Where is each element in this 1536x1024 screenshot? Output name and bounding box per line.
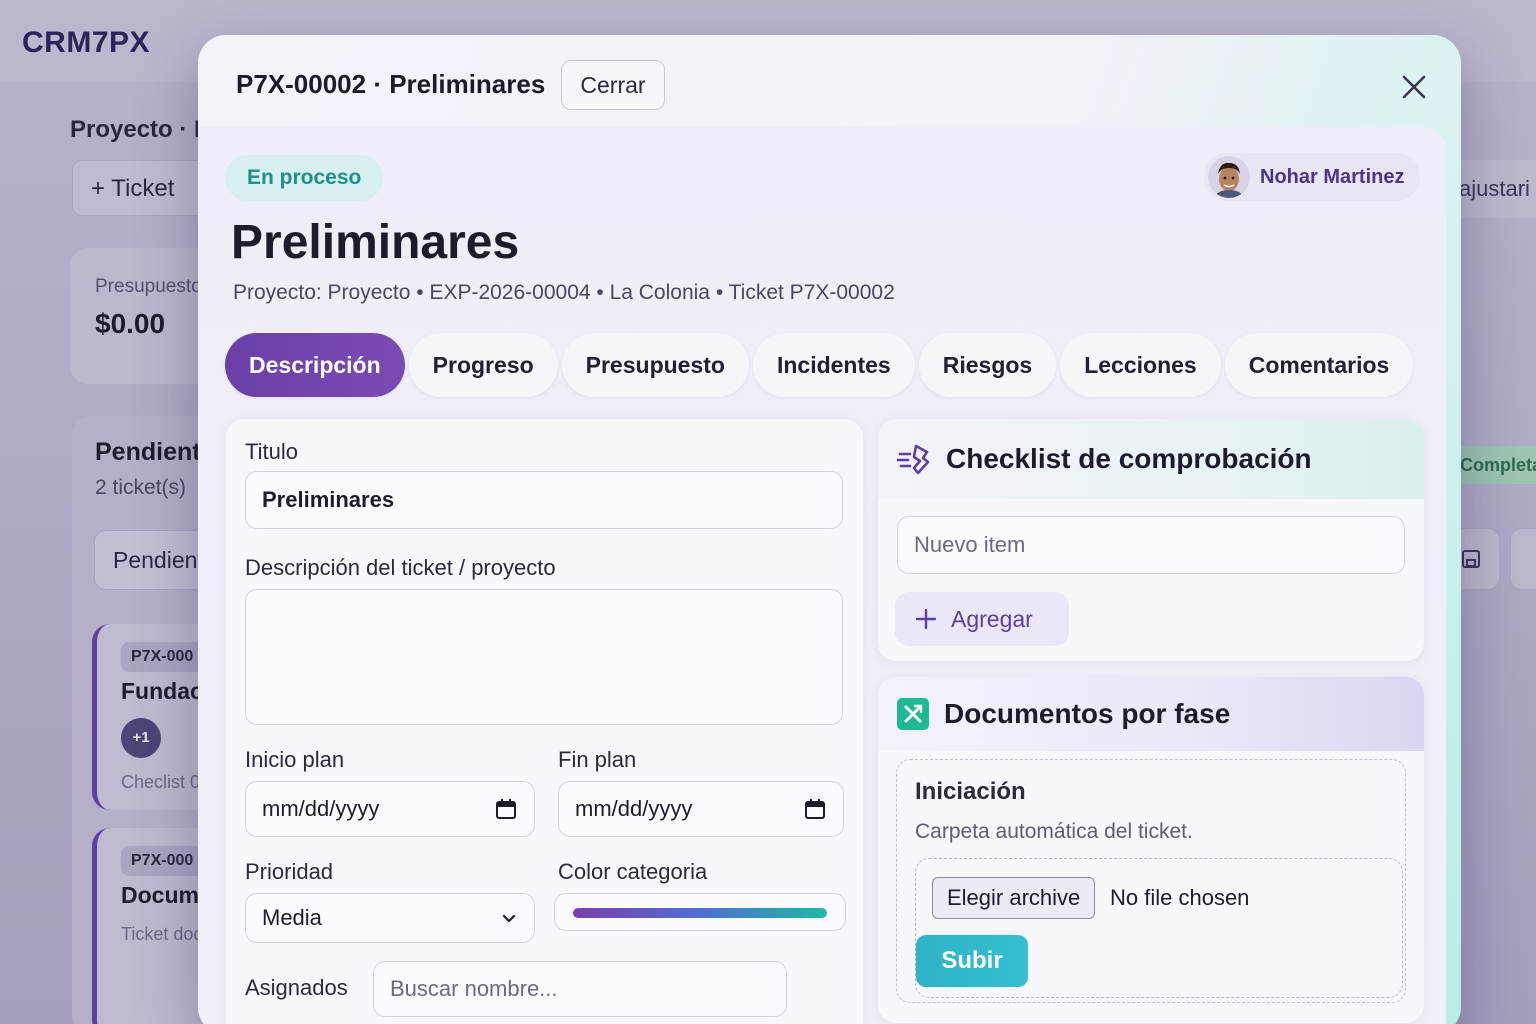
title-input[interactable]: Preliminares	[245, 471, 843, 529]
end-date-label: Fin plan	[558, 747, 637, 772]
tab-bar: Descripción Progreso Presupuesto Inciden…	[225, 333, 1417, 397]
chevron-down-icon	[502, 914, 516, 923]
pending-column-title: Pendiente	[95, 438, 215, 466]
file-status: No file chosen	[1110, 885, 1250, 910]
ticket-card-code: P7X-000	[121, 846, 204, 876]
close-icon[interactable]	[1394, 67, 1434, 107]
assigned-user-name: Nohar Martinez	[1260, 165, 1405, 188]
choose-file-button[interactable]: Elegir archive	[932, 877, 1096, 919]
end-date-placeholder: mm/dd/yyyy	[575, 796, 693, 821]
calendar-icon[interactable]	[803, 797, 827, 821]
breadcrumb: Proyecto: Proyecto • EXP-2026-00004 • La…	[233, 281, 895, 304]
end-date-input[interactable]: mm/dd/yyyy	[558, 781, 844, 837]
phase-title: Iniciación	[915, 778, 1026, 805]
assigned-user-chip[interactable]: Nohar Martinez	[1204, 153, 1420, 201]
documents-title: Documentos por fase	[944, 698, 1231, 729]
new-item-input[interactable]: Nuevo item	[897, 516, 1405, 574]
budget-value: $0.00	[95, 308, 166, 339]
priority-label: Prioridad	[245, 859, 334, 884]
assigned-search-input[interactable]: Buscar nombre...	[373, 961, 787, 1017]
add-item-label: Agregar	[951, 605, 1033, 632]
adjust-button[interactable]: ajustari	[1455, 160, 1536, 218]
checklist-icon	[896, 444, 930, 475]
description-textarea[interactable]	[245, 589, 843, 725]
completed-column-badge: Completa	[1452, 446, 1536, 484]
app-logo: CRM7PX	[22, 26, 151, 59]
assigned-label: Asignados	[245, 975, 348, 1000]
description-label: Descripción del ticket / proyecto	[245, 555, 556, 580]
pending-column-count: 2 ticket(s)	[95, 476, 187, 499]
ticket-card-footer: Ticket doc	[121, 924, 203, 944]
upload-dropzone[interactable]: Elegir archive No file chosen Subir	[915, 858, 1403, 998]
tab-lecciones[interactable]: Lecciones	[1060, 333, 1221, 397]
priority-select[interactable]: Media	[245, 893, 535, 943]
documents-header: Documentos por fase	[878, 677, 1424, 751]
ticket-card-code: P7X-000	[121, 642, 204, 672]
upload-button[interactable]: Subir	[916, 935, 1028, 987]
ticket-card-footer: Checlist 0	[121, 772, 201, 792]
calendar-icon[interactable]	[494, 797, 518, 821]
color-category-picker[interactable]	[554, 893, 846, 931]
add-item-button[interactable]: Agregar	[895, 592, 1069, 646]
start-date-label: Inicio plan	[245, 747, 345, 772]
color-category-label: Color categoria	[558, 859, 708, 884]
project-title: Proyecto · E	[70, 116, 211, 143]
avatar	[1208, 156, 1250, 198]
more-icon-button[interactable]	[1510, 528, 1536, 590]
ticket-modal: P7X-00002 · Preliminares Cerrar En proce…	[198, 35, 1461, 1024]
color-gradient-bar	[573, 908, 827, 918]
modal-header-title: P7X-00002 · Preliminares	[236, 69, 546, 99]
assignee-count-badge: +1	[121, 718, 161, 758]
save-icon	[1462, 550, 1480, 568]
page-title: Preliminares	[231, 216, 520, 269]
tab-descripcion[interactable]: Descripción	[225, 333, 405, 397]
start-date-placeholder: mm/dd/yyyy	[262, 796, 380, 821]
tab-riesgos[interactable]: Riesgos	[918, 333, 1057, 397]
title-label: Titulo	[245, 439, 298, 464]
checklist-header: Checklist de comprobación	[878, 419, 1424, 499]
close-button[interactable]: Cerrar	[561, 60, 665, 110]
checklist-card: Checklist de comprobación Nuevo item Agr…	[878, 419, 1424, 661]
tab-incidentes[interactable]: Incidentes	[752, 333, 915, 397]
plus-icon	[915, 608, 937, 630]
priority-value: Media	[262, 905, 322, 930]
start-date-input[interactable]: mm/dd/yyyy	[245, 781, 535, 837]
checklist-title: Checklist de comprobación	[946, 443, 1312, 474]
document-phase: Iniciación Carpeta automática del ticket…	[896, 759, 1406, 1003]
description-form: Titulo Preliminares Descripción del tick…	[226, 419, 863, 1024]
documents-icon	[897, 698, 929, 730]
tab-progreso[interactable]: Progreso	[408, 333, 558, 397]
phase-subtitle: Carpeta automática del ticket.	[915, 820, 1193, 843]
budget-label: Presupuesto	[95, 276, 202, 297]
documents-card: Documentos por fase Iniciación Carpeta a…	[878, 677, 1424, 1023]
tab-presupuesto[interactable]: Presupuesto	[561, 333, 749, 397]
tab-comentarios[interactable]: Comentarios	[1224, 333, 1414, 397]
modal-body: En proceso Nohar Martinez Preliminares P…	[198, 127, 1446, 1024]
status-badge: En proceso	[225, 155, 384, 201]
